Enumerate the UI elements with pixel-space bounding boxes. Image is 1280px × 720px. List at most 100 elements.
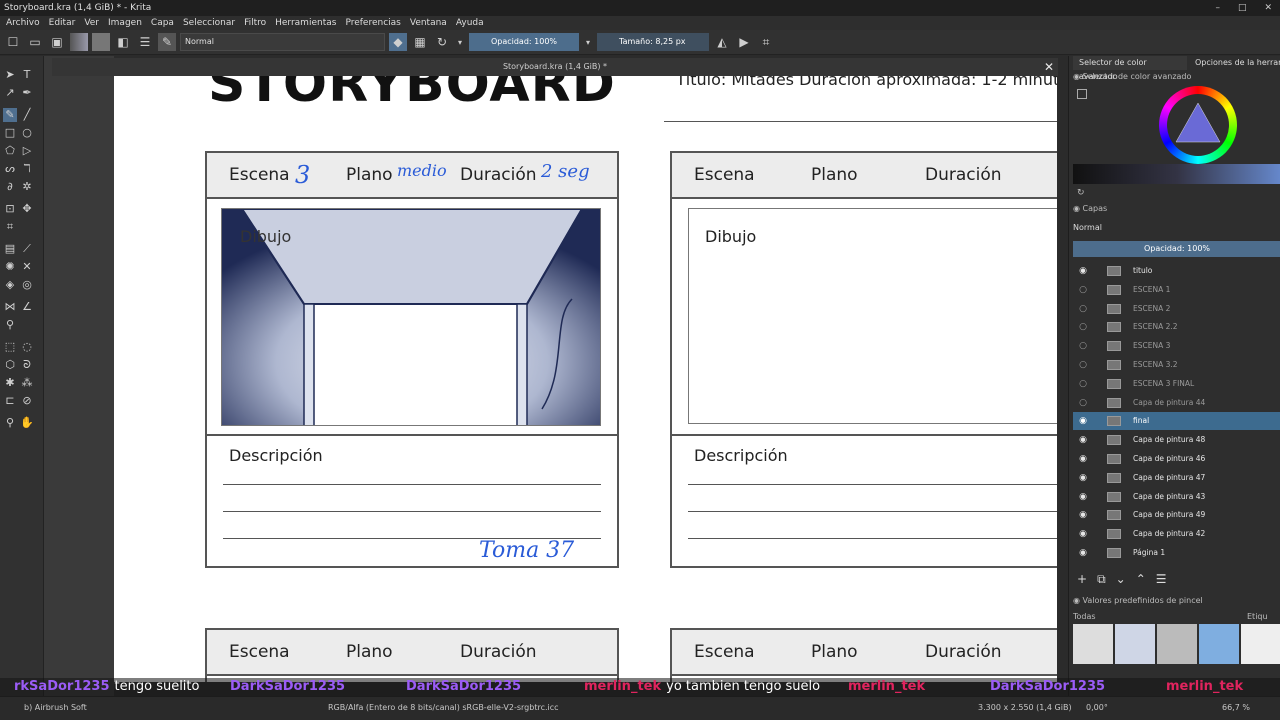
color-wheel[interactable] bbox=[1159, 86, 1237, 164]
layer-row[interactable]: ○ ESCENA 2.2 bbox=[1073, 318, 1280, 336]
menu-ventana[interactable]: Ventana bbox=[410, 16, 447, 30]
layer-row[interactable]: ◉ Página 1 bbox=[1073, 544, 1280, 562]
visibility-eye-icon[interactable]: ○ bbox=[1077, 337, 1089, 355]
brush-preset[interactable] bbox=[1157, 624, 1197, 664]
text-tool-icon[interactable]: T bbox=[20, 68, 34, 82]
brush-preset[interactable] bbox=[1241, 624, 1280, 664]
pattern-icon[interactable] bbox=[92, 33, 110, 51]
save-icon[interactable]: ▣ bbox=[48, 33, 66, 51]
menu-imagen[interactable]: Imagen bbox=[108, 16, 142, 30]
menu-ayuda[interactable]: Ayuda bbox=[456, 16, 484, 30]
smart-patch-icon[interactable]: ✕ bbox=[20, 260, 34, 274]
chevron-down-icon[interactable]: ⌄ bbox=[1116, 572, 1126, 587]
crop-icon[interactable]: ⌗ bbox=[757, 33, 775, 51]
visibility-eye-icon[interactable]: ○ bbox=[1077, 318, 1089, 336]
layers-opacity-slider[interactable]: Opacidad: 100% bbox=[1073, 241, 1280, 257]
visibility-eye-icon[interactable]: ◉ bbox=[1077, 488, 1089, 506]
layer-row[interactable]: ○ ESCENA 3 FINAL bbox=[1073, 375, 1280, 393]
new-document-icon[interactable]: ☐ bbox=[4, 33, 22, 51]
visibility-eye-icon[interactable]: ○ bbox=[1077, 375, 1089, 393]
layer-row[interactable]: ○ Capa de pintura 44 bbox=[1073, 394, 1280, 412]
freehand-brush-icon[interactable]: ✎ bbox=[3, 108, 17, 122]
menu-herramientas[interactable]: Herramientas bbox=[275, 16, 336, 30]
layer-properties-icon[interactable]: ☰ bbox=[1156, 572, 1167, 587]
move-tool-icon[interactable]: ✥ bbox=[20, 202, 34, 216]
refresh-icon[interactable]: ↻ bbox=[1077, 188, 1085, 198]
zoom-tool-icon[interactable]: ⚲ bbox=[3, 416, 17, 430]
close-icon[interactable]: ✕ bbox=[1264, 0, 1272, 16]
brush-preset[interactable] bbox=[1115, 624, 1155, 664]
layer-row[interactable]: ◉ Capa de pintura 42 bbox=[1073, 525, 1280, 543]
calligraphy-icon[interactable]: ✒ bbox=[20, 86, 34, 100]
maximize-icon[interactable]: □ bbox=[1238, 0, 1247, 16]
menu-filtro[interactable]: Filtro bbox=[244, 16, 266, 30]
layers-blend-mode[interactable]: Normal bbox=[1073, 223, 1102, 232]
visibility-eye-icon[interactable]: ○ bbox=[1077, 394, 1089, 412]
canvas[interactable]: STORYBOARD Título: Mitades Duración apro… bbox=[114, 76, 1057, 682]
color-swap-icon[interactable]: ◧ bbox=[114, 33, 132, 51]
menu-ver[interactable]: Ver bbox=[84, 16, 99, 30]
brush-preset-icon[interactable]: ✎ bbox=[158, 33, 176, 51]
ellipse-select-icon[interactable]: ◌ bbox=[20, 340, 34, 354]
visibility-eye-icon[interactable]: ◉ bbox=[1077, 525, 1089, 543]
close-icon[interactable]: ✕ bbox=[1044, 58, 1054, 76]
drawing-area[interactable]: Dibujo bbox=[221, 208, 601, 426]
freehand-path-icon[interactable]: ℸ bbox=[20, 162, 34, 176]
layer-row[interactable]: ◉ Capa de pintura 47 bbox=[1073, 469, 1280, 487]
visibility-eye-icon[interactable]: ◉ bbox=[1077, 450, 1089, 468]
colorize-mask-icon[interactable]: ✺ bbox=[3, 260, 17, 274]
chevron-down-icon[interactable]: ▾ bbox=[455, 33, 465, 51]
layer-row[interactable]: ◉ Capa de pintura 46 bbox=[1073, 450, 1280, 468]
enclose-fill-icon[interactable]: ◎ bbox=[20, 278, 34, 292]
duplicate-layer-icon[interactable]: ⧉ bbox=[1097, 572, 1106, 587]
freehand-select-icon[interactable]: ᘐ bbox=[20, 358, 34, 372]
layer-row[interactable]: ◉ Capa de pintura 48 bbox=[1073, 431, 1280, 449]
menu-archivo[interactable]: Archivo bbox=[6, 16, 40, 30]
gradient-icon[interactable] bbox=[70, 33, 88, 51]
edit-shapes-icon[interactable]: ↗ bbox=[3, 86, 17, 100]
reload-preset-icon[interactable]: ↻ bbox=[433, 33, 451, 51]
visibility-eye-icon[interactable]: ◉ bbox=[1077, 469, 1089, 487]
preserve-alpha-icon[interactable]: ▦ bbox=[411, 33, 429, 51]
polygon-tool-icon[interactable]: ⬠ bbox=[3, 144, 17, 158]
drawing-area[interactable]: Dibujo bbox=[688, 208, 1057, 424]
multibrush-icon[interactable]: ✲ bbox=[20, 180, 34, 194]
menu-preferencias[interactable]: Preferencias bbox=[345, 16, 400, 30]
chevron-up-icon[interactable]: ⌃ bbox=[1136, 572, 1146, 587]
transform-tool-icon[interactable]: ⊡ bbox=[3, 202, 17, 216]
visibility-eye-icon[interactable]: ◉ bbox=[1077, 262, 1089, 280]
visibility-eye-icon[interactable]: ◉ bbox=[1077, 431, 1089, 449]
fill-tool-icon[interactable]: ◈ bbox=[3, 278, 17, 292]
layer-row[interactable]: ○ ESCENA 3.2 bbox=[1073, 356, 1280, 374]
color-settings-icon[interactable] bbox=[1077, 89, 1087, 99]
crop-tool-icon[interactable]: ⌗ bbox=[3, 220, 17, 234]
layer-row[interactable]: ◉ final bbox=[1073, 412, 1280, 431]
brush-preset[interactable] bbox=[1073, 624, 1113, 664]
eraser-mode-icon[interactable]: ◆ bbox=[389, 33, 407, 51]
layer-row[interactable]: ◉ Capa de pintura 49 bbox=[1073, 506, 1280, 524]
gradient-tool-icon[interactable]: ▤ bbox=[3, 242, 17, 256]
document-tab[interactable]: Storyboard.kra (1,4 GiB) * ✕ bbox=[52, 58, 1058, 76]
dynamic-brush-icon[interactable]: ∂ bbox=[3, 180, 17, 194]
open-folder-icon[interactable]: ▭ bbox=[26, 33, 44, 51]
visibility-eye-icon[interactable]: ○ bbox=[1077, 300, 1089, 318]
brush-filter-select[interactable]: Todas bbox=[1073, 612, 1096, 621]
mirror-horizontal-icon[interactable]: ◭ bbox=[713, 33, 731, 51]
assistant-tool-icon[interactable]: ⋈ bbox=[3, 300, 17, 314]
tab-tool-options[interactable]: Opciones de la herramienta bbox=[1189, 56, 1280, 70]
line-tool-icon[interactable]: ╱ bbox=[20, 108, 34, 122]
polyline-tool-icon[interactable]: ▷ bbox=[20, 144, 34, 158]
color-picker-icon[interactable]: ⟋ bbox=[20, 242, 34, 256]
contiguous-select-icon[interactable]: ✱ bbox=[3, 376, 17, 390]
brush-preset[interactable] bbox=[1199, 624, 1239, 664]
visibility-eye-icon[interactable]: ◉ bbox=[1077, 412, 1089, 430]
opacity-slider[interactable]: Opacidad: 100% bbox=[469, 33, 579, 51]
measure-tool-icon[interactable]: ∠ bbox=[20, 300, 34, 314]
menu-editar[interactable]: Editar bbox=[49, 16, 76, 30]
chevron-down-icon[interactable]: ▾ bbox=[583, 33, 593, 51]
bezier-select-icon[interactable]: ⊏ bbox=[3, 394, 17, 408]
menu-capa[interactable]: Capa bbox=[151, 16, 174, 30]
brush-tag-select[interactable]: Etiqu bbox=[1247, 612, 1268, 621]
layer-row[interactable]: ○ ESCENA 3 bbox=[1073, 337, 1280, 355]
menu-seleccionar[interactable]: Seleccionar bbox=[183, 16, 235, 30]
